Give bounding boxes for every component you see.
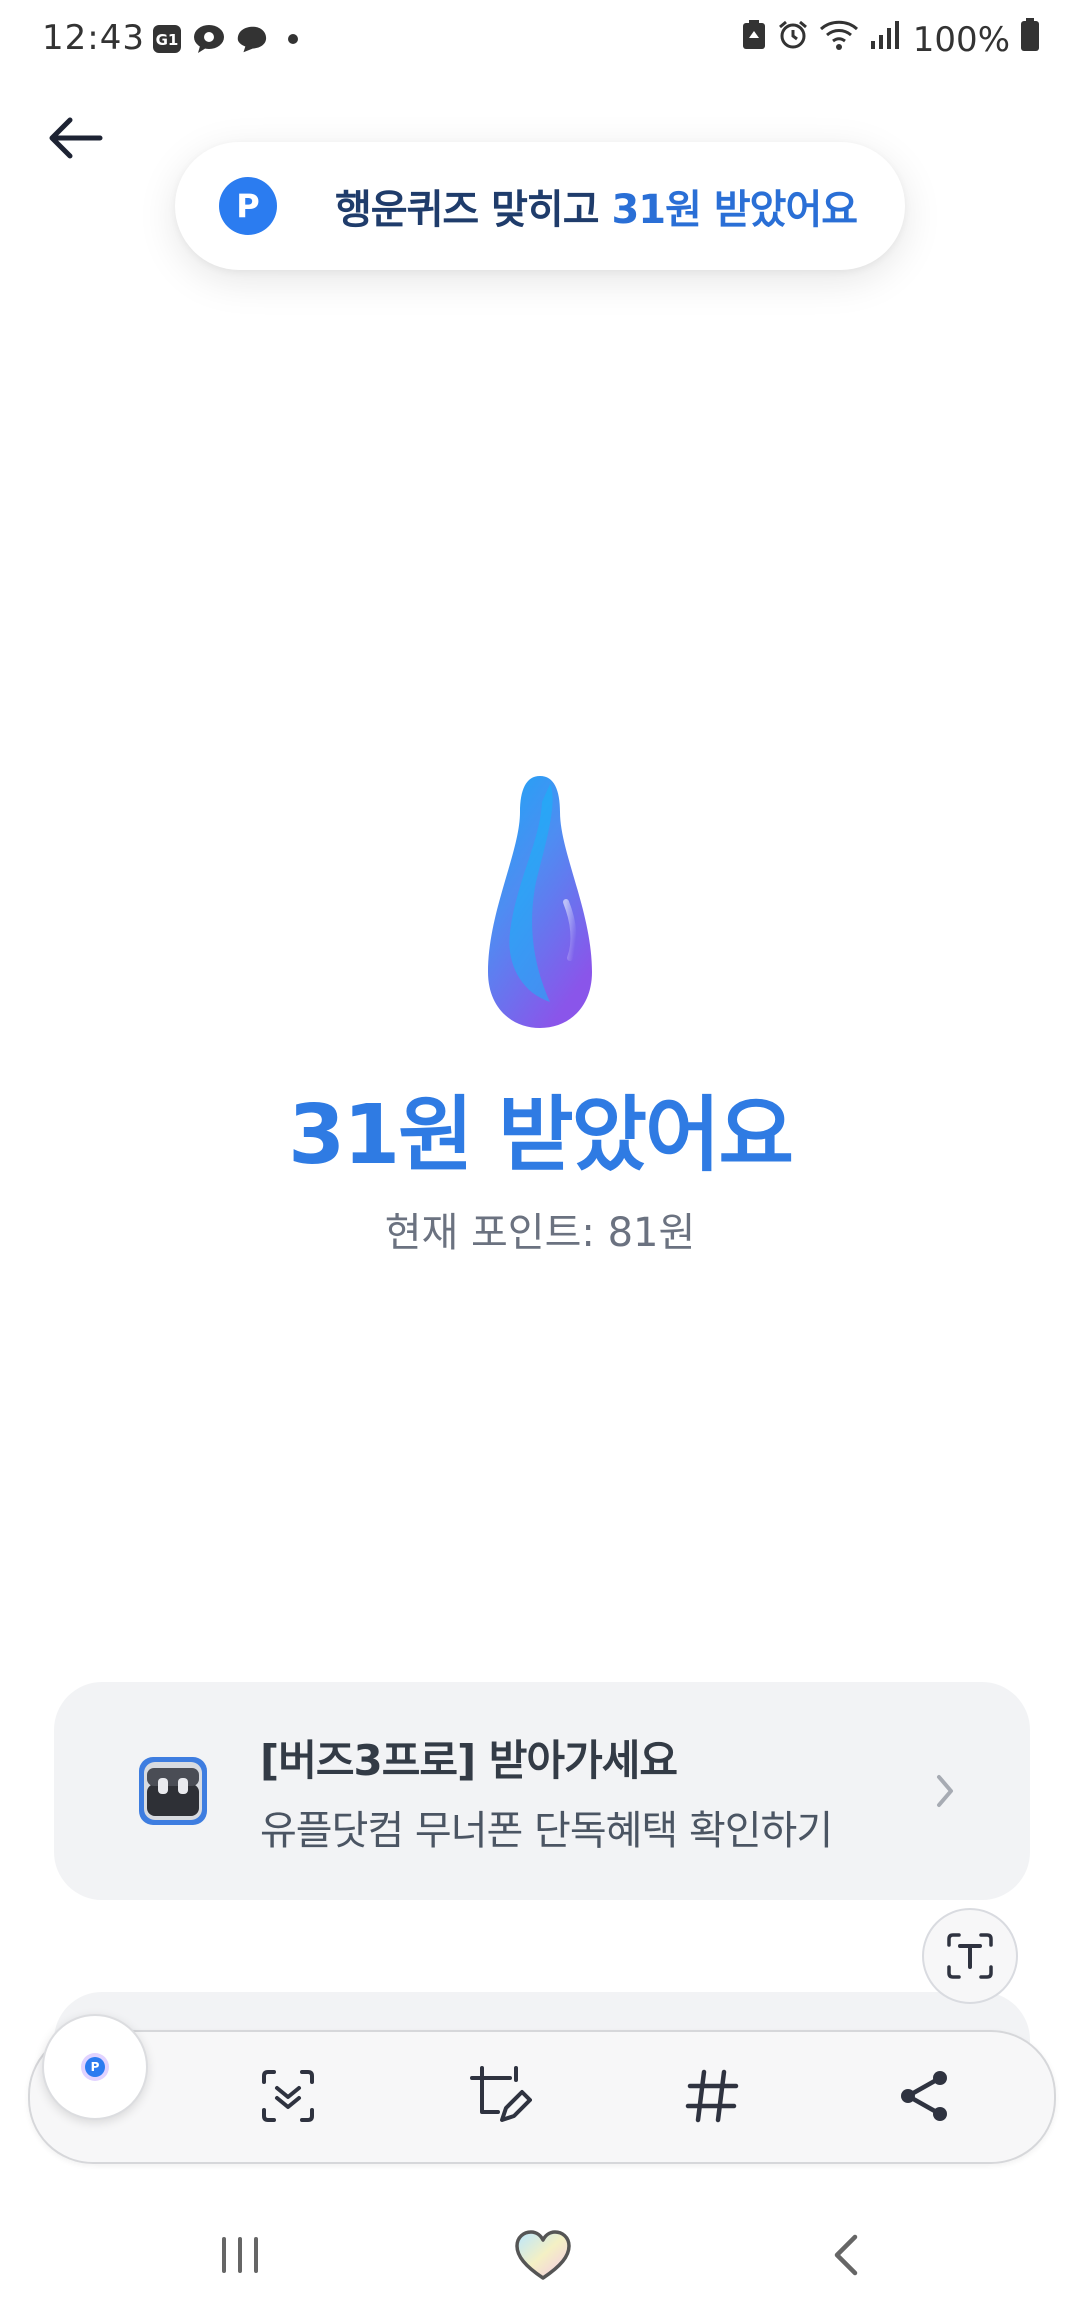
arrow-left-icon [49, 117, 103, 159]
status-time: 12:43 [42, 18, 145, 58]
share-button[interactable] [888, 2060, 960, 2132]
promo-title: [버즈3프로] 받아가세요 [260, 1735, 678, 1785]
current-points: 현재 포인트: 81원 [384, 1210, 696, 1256]
status-bar: 12:43 G1 100% [0, 0, 1080, 80]
text-scan-icon [947, 1933, 993, 1979]
signal-icon [869, 19, 903, 60]
screenshot-thumbnail[interactable]: P [42, 2014, 148, 2120]
hashtag-button[interactable] [676, 2060, 748, 2132]
recycle-icon [741, 19, 767, 60]
talk-icon [192, 22, 226, 56]
crop-edit-button[interactable] [464, 2060, 536, 2132]
promo-text: [버즈3프로] 받아가세요 유플닷컴 무너폰 단독혜택 확인하기 [260, 1727, 930, 1856]
reward-title: 31원 받았어요 [288, 1088, 794, 1183]
toast-message-prefix: 행운퀴즈 맞히고 [335, 187, 612, 233]
crop-edit-icon [470, 2066, 532, 2122]
battery-icon [1020, 18, 1040, 61]
chevron-right-icon [930, 1771, 960, 1811]
home-button[interactable] [503, 2222, 583, 2288]
dot-icon [276, 22, 310, 56]
toast-message: 행운퀴즈 맞히고 31원 받았어요 [335, 177, 858, 235]
notification-icons: G1 [150, 22, 310, 56]
earbuds-case-icon [136, 1754, 210, 1828]
svg-text:G1: G1 [156, 31, 179, 49]
share-icon [901, 2071, 947, 2121]
screen: 12:43 G1 100% P 행운퀴즈 맞히고 31원 받았어요 31원 받았… [0, 0, 1080, 2316]
g1-app-icon: G1 [150, 22, 184, 56]
back-button[interactable] [40, 108, 110, 168]
alarm-icon [777, 19, 809, 60]
scroll-capture-button[interactable] [252, 2060, 324, 2132]
scroll-capture-icon [262, 2070, 314, 2122]
point-icon: P [219, 177, 277, 235]
recents-button[interactable] [200, 2222, 280, 2288]
thumbnail-point-icon: P [85, 2057, 105, 2077]
status-right: 100% [741, 18, 1040, 61]
wifi-icon [819, 19, 859, 60]
back-chevron-icon [834, 2234, 858, 2276]
home-heart-icon [515, 2230, 571, 2280]
promo-subtitle: 유플닷컴 무너폰 단독혜택 확인하기 [260, 1807, 833, 1854]
toast-message-amount: 31원 받았어요 [611, 187, 858, 233]
water-drop-icon [480, 772, 600, 1032]
recents-icon [222, 2237, 258, 2273]
nav-back-button[interactable] [806, 2222, 886, 2288]
reward-toast: P 행운퀴즈 맞히고 31원 받았어요 [175, 142, 905, 270]
extract-text-button[interactable] [922, 1908, 1018, 2004]
battery-percent: 100% [912, 19, 1010, 60]
promo-card[interactable]: [버즈3프로] 받아가세요 유플닷컴 무너폰 단독혜택 확인하기 [54, 1682, 1030, 1900]
chat-bubble-icon [234, 22, 268, 56]
hashtag-icon [685, 2069, 739, 2123]
